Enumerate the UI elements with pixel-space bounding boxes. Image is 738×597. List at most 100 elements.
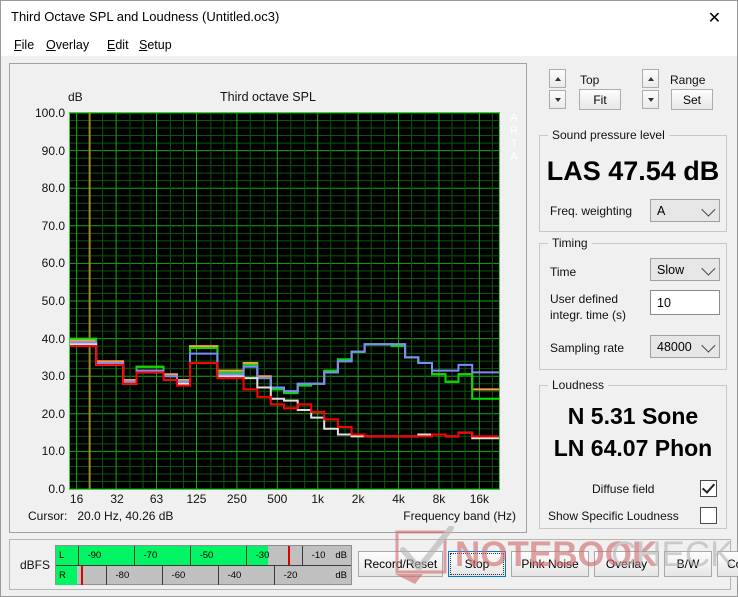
menu-item-overlay[interactable]: Overlay <box>41 36 94 54</box>
meter-tick <box>162 566 164 585</box>
chevron-down-icon <box>701 261 716 276</box>
x-tick-label: 16 <box>69 492 84 506</box>
meter-tick <box>302 546 304 565</box>
level-meter-left-unit: dB <box>335 550 347 561</box>
range-spinner-down[interactable] <box>642 90 659 109</box>
integr-time-label-line2: integr. time (s) <box>550 308 627 322</box>
chart-title: Third octave SPL <box>220 90 316 104</box>
meter-tick-label: -80 <box>115 570 130 581</box>
x-tick-label: 8k <box>432 492 446 506</box>
record-reset-button[interactable]: Record/Reset <box>358 551 443 577</box>
meter-tick-label: -30 <box>255 550 270 561</box>
sampling-rate-value: 48000 <box>657 339 692 354</box>
menu-item-file[interactable]: File <box>9 36 39 54</box>
menu-bar: File Overlay Edit Setup <box>1 34 737 56</box>
arta-letter-r: R <box>510 125 518 137</box>
meter-tick-label: -70 <box>143 550 158 561</box>
specific-loudness-checkbox[interactable] <box>700 507 717 524</box>
range-label: Range <box>670 73 706 87</box>
top-spinner-down[interactable] <box>549 90 566 109</box>
meter-tick <box>106 566 108 585</box>
level-meter-right-row: R dB -80 -60 -40 -20 <box>56 566 351 585</box>
meter-peak-marker <box>81 566 84 585</box>
y-tick-label: 40.0 <box>41 331 65 346</box>
x-tick-label: 125 <box>186 492 207 506</box>
top-fit-button[interactable]: Fit <box>579 89 621 110</box>
freq-weighting-value: A <box>657 203 666 218</box>
meter-tick-label: -10 <box>311 550 326 561</box>
meter-tick <box>274 566 276 585</box>
bottom-bar: dBFS L dB -90 -70 -50 -30 -10 R dB -80 -60 -40… <box>9 539 738 590</box>
diffuse-field-checkbox[interactable] <box>700 480 717 497</box>
level-meter-left-channel: L <box>59 550 65 561</box>
freq-weighting-select[interactable]: A <box>650 199 720 222</box>
spl-group-title: Sound pressure level <box>548 128 669 142</box>
menu-edit-rest: dit <box>115 38 129 52</box>
y-tick-label: 90.0 <box>41 143 65 158</box>
time-value: Slow <box>657 262 685 277</box>
cursor-value: 20.0 Hz, 40.26 dB <box>77 509 174 523</box>
top-spinner-up[interactable] <box>549 69 566 88</box>
bw-button[interactable]: B/W <box>664 551 712 577</box>
level-meter[interactable]: L dB -90 -70 -50 -30 -10 R dB -80 -60 -40 -20 <box>55 545 352 585</box>
loudness-phon-value: LN 64.07 Phon <box>553 435 713 461</box>
cursor-label: Cursor: <box>28 509 68 523</box>
y-tick-label: 60.0 <box>41 256 65 271</box>
meter-tick <box>134 546 136 565</box>
x-tick-label: 1k <box>311 492 325 506</box>
range-spinner[interactable] <box>642 69 659 109</box>
loudness-group: Loudness N 5.31 Sone LN 64.07 Phon Diffu… <box>539 378 727 529</box>
window-title: Third Octave SPL and Loudness (Untitled.… <box>11 9 280 24</box>
arta-letter-a2: A <box>510 151 518 163</box>
y-axis-labels: 100.0 90.0 80.0 70.0 60.0 50.0 40.0 30.0 20.0 10.… <box>10 106 65 496</box>
meter-tick <box>190 546 192 565</box>
meter-tick-label: -40 <box>227 570 242 581</box>
arta-letter-a1: A <box>510 112 518 124</box>
meter-peak-marker <box>287 546 290 565</box>
meter-tick <box>78 546 80 565</box>
right-control-column: Top Fit Range Set Sound pressure level L… <box>535 63 731 533</box>
copy-button[interactable]: Copy <box>717 551 738 577</box>
y-tick-label: 20.0 <box>41 406 65 421</box>
y-tick-label: 0.0 <box>48 482 65 496</box>
menu-item-setup[interactable]: Setup <box>134 36 177 54</box>
integr-time-input[interactable]: 10 <box>650 290 720 315</box>
top-label: Top <box>580 73 600 87</box>
meter-tick-label: -50 <box>199 550 214 561</box>
range-set-button[interactable]: Set <box>671 89 713 110</box>
spl-plot-area[interactable] <box>69 112 500 490</box>
chevron-down-icon <box>701 338 716 353</box>
loudness-sone-value: N 5.31 Sone <box>567 403 699 429</box>
x-tick-label: 2k <box>351 492 365 506</box>
diffuse-field-label: Diffuse field <box>592 482 655 496</box>
sampling-rate-label: Sampling rate <box>550 341 625 355</box>
arta-main-window: Third Octave SPL and Loudness (Untitled.… <box>0 0 738 597</box>
meter-tick <box>246 546 248 565</box>
menu-file-rest: ile <box>21 38 35 52</box>
integr-time-label-line1: User defined <box>550 292 619 306</box>
x-tick-label: 16k <box>469 492 490 506</box>
menu-item-edit[interactable]: Edit <box>102 36 134 54</box>
sampling-rate-select[interactable]: 48000 <box>650 335 720 358</box>
y-tick-label: 80.0 <box>41 181 65 196</box>
range-spinner-up[interactable] <box>642 69 659 88</box>
time-select[interactable]: Slow <box>650 258 720 281</box>
y-tick-label: 70.0 <box>41 218 65 233</box>
stop-button[interactable]: Stop <box>448 551 506 577</box>
close-icon[interactable]: ✕ <box>692 1 737 34</box>
x-tick-label: 250 <box>226 492 247 506</box>
x-axis-title: Frequency band (Hz) <box>403 509 516 523</box>
level-meter-right-unit: dB <box>335 570 347 581</box>
overlay-button[interactable]: Overlay <box>594 551 659 577</box>
sound-pressure-level-group: Sound pressure level LAS 47.54 dB Freq. … <box>539 128 727 232</box>
meter-tick <box>218 566 220 585</box>
title-bar: Third Octave SPL and Loudness (Untitled.… <box>1 1 737 34</box>
x-tick-label: 63 <box>149 492 164 506</box>
x-tick-label: 4k <box>392 492 405 506</box>
freq-weighting-label: Freq. weighting <box>550 204 633 218</box>
top-spinner[interactable] <box>549 69 566 109</box>
spl-plot-svg <box>70 113 499 489</box>
pink-noise-button[interactable]: Pink Noise <box>511 551 589 577</box>
menu-overlay-rest: verlay <box>55 38 90 52</box>
meter-tick-label: -20 <box>283 570 298 581</box>
